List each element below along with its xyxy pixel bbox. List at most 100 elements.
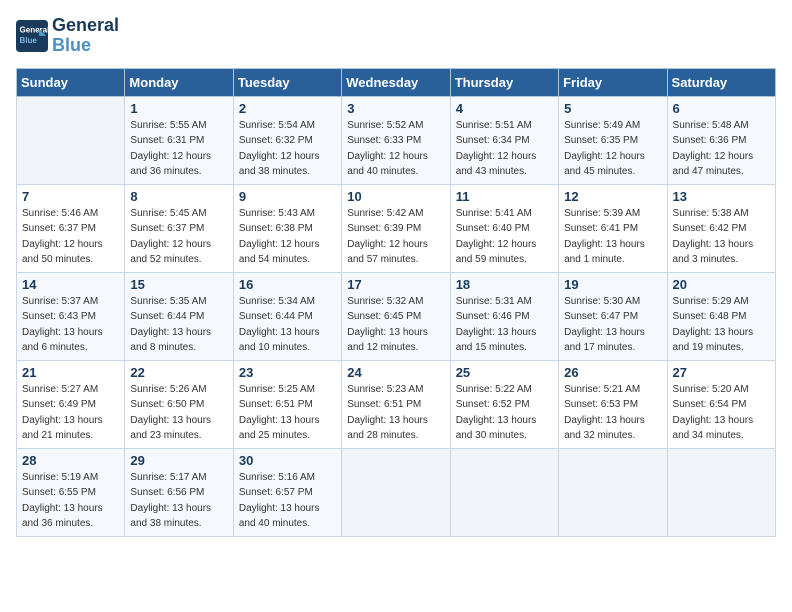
day-number: 10 (347, 189, 444, 204)
day-number: 28 (22, 453, 119, 468)
calendar-cell: 16 Sunrise: 5:34 AMSunset: 6:44 PMDayligh… (233, 272, 341, 360)
calendar-cell: 22 Sunrise: 5:26 AMSunset: 6:50 PMDayligh… (125, 360, 233, 448)
calendar-week-2: 7 Sunrise: 5:46 AMSunset: 6:37 PMDaylight… (17, 184, 776, 272)
day-detail: Sunrise: 5:30 AMSunset: 6:47 PMDaylight:… (564, 294, 661, 356)
day-number: 16 (239, 277, 336, 292)
calendar-table: SundayMondayTuesdayWednesdayThursdayFrid… (16, 68, 776, 537)
day-detail: Sunrise: 5:41 AMSunset: 6:40 PMDaylight:… (456, 206, 553, 268)
day-detail: Sunrise: 5:43 AMSunset: 6:38 PMDaylight:… (239, 206, 336, 268)
calendar-cell: 5 Sunrise: 5:49 AMSunset: 6:35 PMDaylight… (559, 96, 667, 184)
calendar-cell: 2 Sunrise: 5:54 AMSunset: 6:32 PMDaylight… (233, 96, 341, 184)
calendar-week-1: 1 Sunrise: 5:55 AMSunset: 6:31 PMDaylight… (17, 96, 776, 184)
calendar-cell: 3 Sunrise: 5:52 AMSunset: 6:33 PMDaylight… (342, 96, 450, 184)
day-number: 9 (239, 189, 336, 204)
calendar-cell: 20 Sunrise: 5:29 AMSunset: 6:48 PMDayligh… (667, 272, 775, 360)
logo-text: General Blue (52, 16, 119, 56)
day-number: 17 (347, 277, 444, 292)
day-detail: Sunrise: 5:51 AMSunset: 6:34 PMDaylight:… (456, 118, 553, 180)
day-detail: Sunrise: 5:39 AMSunset: 6:41 PMDaylight:… (564, 206, 661, 268)
calendar-cell: 19 Sunrise: 5:30 AMSunset: 6:47 PMDayligh… (559, 272, 667, 360)
day-detail: Sunrise: 5:46 AMSunset: 6:37 PMDaylight:… (22, 206, 119, 268)
day-detail: Sunrise: 5:25 AMSunset: 6:51 PMDaylight:… (239, 382, 336, 444)
calendar-cell: 8Sunrise: 5:45 AMSunset: 6:37 PMDaylight… (125, 184, 233, 272)
day-detail: Sunrise: 5:26 AMSunset: 6:50 PMDaylight:… (130, 382, 227, 444)
day-detail: Sunrise: 5:38 AMSunset: 6:42 PMDaylight:… (673, 206, 770, 268)
calendar-cell (342, 448, 450, 536)
calendar-week-5: 28 Sunrise: 5:19 AMSunset: 6:55 PMDayligh… (17, 448, 776, 536)
calendar-cell: 17Sunrise: 5:32 AMSunset: 6:45 PMDayligh… (342, 272, 450, 360)
calendar-week-4: 21Sunrise: 5:27 AMSunset: 6:49 PMDayligh… (17, 360, 776, 448)
day-number: 14 (22, 277, 119, 292)
calendar-body: 1 Sunrise: 5:55 AMSunset: 6:31 PMDaylight… (17, 96, 776, 536)
page-container: General Blue General Blue SundayMondayTu… (16, 16, 776, 537)
day-number: 24 (347, 365, 444, 380)
day-detail: Sunrise: 5:42 AMSunset: 6:39 PMDaylight:… (347, 206, 444, 268)
calendar-cell: 21Sunrise: 5:27 AMSunset: 6:49 PMDayligh… (17, 360, 125, 448)
weekday-monday: Monday (125, 68, 233, 96)
day-number: 15 (130, 277, 227, 292)
day-detail: Sunrise: 5:35 AMSunset: 6:44 PMDaylight:… (130, 294, 227, 356)
day-detail: Sunrise: 5:52 AMSunset: 6:33 PMDaylight:… (347, 118, 444, 180)
day-number: 18 (456, 277, 553, 292)
day-detail: Sunrise: 5:17 AMSunset: 6:56 PMDaylight:… (130, 470, 227, 532)
weekday-friday: Friday (559, 68, 667, 96)
day-number: 1 (130, 101, 227, 116)
calendar-cell: 9 Sunrise: 5:43 AMSunset: 6:38 PMDaylight… (233, 184, 341, 272)
day-detail: Sunrise: 5:20 AMSunset: 6:54 PMDaylight:… (673, 382, 770, 444)
calendar-cell (559, 448, 667, 536)
day-number: 23 (239, 365, 336, 380)
day-number: 7 (22, 189, 119, 204)
day-number: 5 (564, 101, 661, 116)
calendar-cell: 10 Sunrise: 5:42 AMSunset: 6:39 PMDayligh… (342, 184, 450, 272)
day-number: 11 (456, 189, 553, 204)
logo-icon: General Blue (16, 20, 48, 52)
day-number: 29 (130, 453, 227, 468)
weekday-wednesday: Wednesday (342, 68, 450, 96)
logo: General Blue General Blue (16, 16, 119, 56)
day-detail: Sunrise: 5:23 AMSunset: 6:51 PMDaylight:… (347, 382, 444, 444)
day-detail: Sunrise: 5:22 AMSunset: 6:52 PMDaylight:… (456, 382, 553, 444)
day-number: 13 (673, 189, 770, 204)
calendar-cell: 25 Sunrise: 5:22 AMSunset: 6:52 PMDayligh… (450, 360, 558, 448)
calendar-cell: 1 Sunrise: 5:55 AMSunset: 6:31 PMDaylight… (125, 96, 233, 184)
calendar-cell (17, 96, 125, 184)
svg-text:General: General (20, 25, 48, 34)
day-detail: Sunrise: 5:34 AMSunset: 6:44 PMDaylight:… (239, 294, 336, 356)
day-detail: Sunrise: 5:49 AMSunset: 6:35 PMDaylight:… (564, 118, 661, 180)
calendar-cell: 6Sunrise: 5:48 AMSunset: 6:36 PMDaylight… (667, 96, 775, 184)
day-number: 2 (239, 101, 336, 116)
day-detail: Sunrise: 5:21 AMSunset: 6:53 PMDaylight:… (564, 382, 661, 444)
day-detail: Sunrise: 5:16 AMSunset: 6:57 PMDaylight:… (239, 470, 336, 532)
day-number: 22 (130, 365, 227, 380)
calendar-cell: 24 Sunrise: 5:23 AMSunset: 6:51 PMDayligh… (342, 360, 450, 448)
calendar-cell (450, 448, 558, 536)
calendar-cell (667, 448, 775, 536)
weekday-sunday: Sunday (17, 68, 125, 96)
weekday-header-row: SundayMondayTuesdayWednesdayThursdayFrid… (17, 68, 776, 96)
calendar-cell: 11 Sunrise: 5:41 AMSunset: 6:40 PMDayligh… (450, 184, 558, 272)
day-number: 3 (347, 101, 444, 116)
calendar-cell: 12 Sunrise: 5:39 AMSunset: 6:41 PMDayligh… (559, 184, 667, 272)
day-number: 21 (22, 365, 119, 380)
svg-text:Blue: Blue (20, 36, 38, 45)
day-number: 20 (673, 277, 770, 292)
day-detail: Sunrise: 5:19 AMSunset: 6:55 PMDaylight:… (22, 470, 119, 532)
weekday-tuesday: Tuesday (233, 68, 341, 96)
day-number: 19 (564, 277, 661, 292)
day-number: 12 (564, 189, 661, 204)
weekday-thursday: Thursday (450, 68, 558, 96)
calendar-cell: 28 Sunrise: 5:19 AMSunset: 6:55 PMDayligh… (17, 448, 125, 536)
calendar-week-3: 14Sunrise: 5:37 AMSunset: 6:43 PMDayligh… (17, 272, 776, 360)
calendar-cell: 15 Sunrise: 5:35 AMSunset: 6:44 PMDayligh… (125, 272, 233, 360)
calendar-cell: 4Sunrise: 5:51 AMSunset: 6:34 PMDaylight… (450, 96, 558, 184)
day-detail: Sunrise: 5:55 AMSunset: 6:31 PMDaylight:… (130, 118, 227, 180)
day-detail: Sunrise: 5:45 AMSunset: 6:37 PMDaylight:… (130, 206, 227, 268)
day-detail: Sunrise: 5:29 AMSunset: 6:48 PMDaylight:… (673, 294, 770, 356)
day-detail: Sunrise: 5:54 AMSunset: 6:32 PMDaylight:… (239, 118, 336, 180)
day-number: 25 (456, 365, 553, 380)
calendar-cell: 30Sunrise: 5:16 AMSunset: 6:57 PMDayligh… (233, 448, 341, 536)
weekday-saturday: Saturday (667, 68, 775, 96)
day-detail: Sunrise: 5:48 AMSunset: 6:36 PMDaylight:… (673, 118, 770, 180)
calendar-cell: 18Sunrise: 5:31 AMSunset: 6:46 PMDayligh… (450, 272, 558, 360)
day-number: 27 (673, 365, 770, 380)
